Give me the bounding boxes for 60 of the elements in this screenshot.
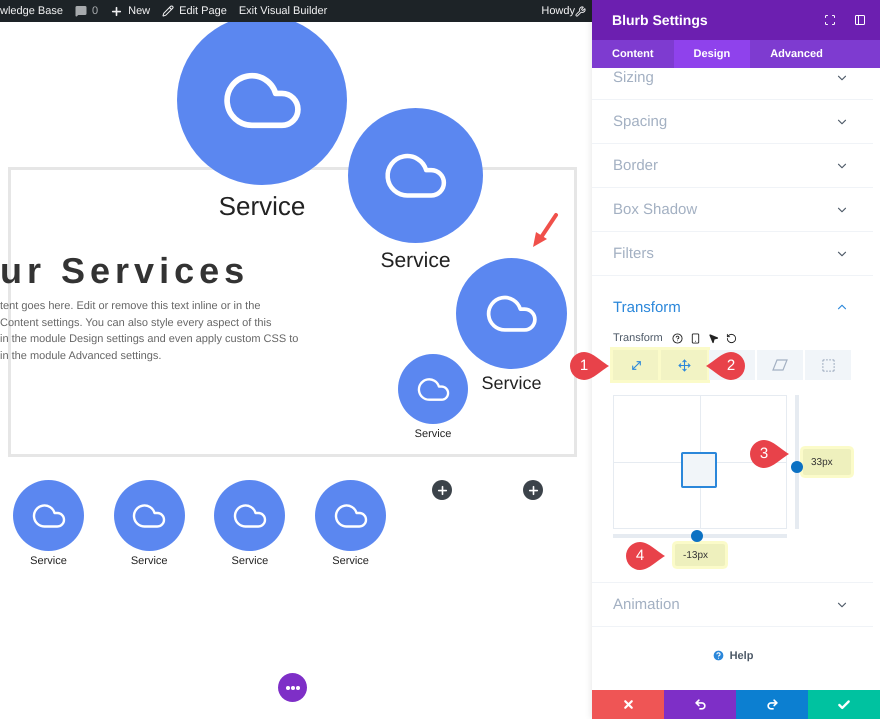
sidebar-icon[interactable] <box>854 14 866 26</box>
plus-icon <box>436 484 448 496</box>
number-marker: 4 <box>626 541 666 571</box>
help-link[interactable]: Help <box>712 649 754 662</box>
help-icon <box>712 649 725 662</box>
blurb-title: Service <box>332 555 369 567</box>
check-icon <box>837 698 851 712</box>
number-marker: 1 <box>570 351 610 381</box>
greeting-text[interactable]: Howdy <box>541 5 575 17</box>
phone-icon[interactable] <box>690 332 701 344</box>
number-marker: 3 <box>750 439 790 469</box>
plus-icon <box>526 484 540 496</box>
move-icon <box>678 358 690 372</box>
add-button[interactable] <box>432 480 452 500</box>
admin-bar-link[interactable]: New <box>128 5 150 17</box>
slider-thumb[interactable] <box>791 460 803 473</box>
translate-pad[interactable] <box>613 395 787 529</box>
number-marker: 2 <box>705 351 745 381</box>
dots-icon <box>286 686 300 690</box>
panel-tab[interactable]: Advanced <box>750 40 843 68</box>
cursor-icon[interactable] <box>708 332 719 344</box>
blurb-title: Service <box>30 555 67 567</box>
section-heading: ur Services <box>0 250 250 292</box>
input-field[interactable]: 33px <box>803 449 851 475</box>
redo-icon <box>766 698 778 711</box>
pencil-icon <box>162 5 174 17</box>
body-text: tent goes here. Edit or remove this text inline or in the Content settings. You can also style every aspect of this in the module Design settings and even apply custom CSS to in the module Advanced settings. <box>0 299 298 364</box>
slider-thumb[interactable] <box>690 530 703 542</box>
panel-tab[interactable]: Design <box>674 40 750 68</box>
undo-icon <box>694 698 706 711</box>
undo-button[interactable] <box>664 690 736 719</box>
transform-tab[interactable] <box>661 350 707 380</box>
element-preview <box>681 452 717 488</box>
expand-icon[interactable] <box>824 14 836 26</box>
admin-bar-link[interactable]: wledge Base <box>0 5 63 17</box>
admin-bar-link[interactable]: Edit Page <box>179 5 227 17</box>
blurb-title: Service <box>380 249 451 273</box>
wrench-icon <box>575 6 586 16</box>
more-button[interactable] <box>278 673 307 702</box>
admin-bar-link[interactable]: 0 <box>92 5 98 17</box>
panel-title: Blurb Settings <box>612 12 709 28</box>
add-button[interactable] <box>523 480 543 500</box>
comment-icon <box>75 5 87 17</box>
field-label: Transform <box>613 332 663 344</box>
plus-icon <box>110 4 124 18</box>
skew-icon <box>772 359 788 371</box>
panel-tab[interactable]: Content <box>592 40 674 68</box>
admin-bar-link[interactable]: Exit Visual Builder <box>238 5 328 17</box>
reset-icon[interactable] <box>726 332 737 344</box>
input-field[interactable]: -13px <box>675 544 725 566</box>
origin-icon <box>820 358 836 372</box>
pointer-arrow <box>530 212 560 250</box>
blurb-title: Service <box>218 191 306 222</box>
help-icon[interactable] <box>672 332 683 344</box>
blurb-title: Service <box>481 373 542 394</box>
blurb-title: Service <box>130 555 168 567</box>
close-icon <box>622 698 634 711</box>
scale-icon <box>630 358 642 372</box>
blurb-title: Service <box>232 555 268 567</box>
blurb-title: Service <box>414 428 452 440</box>
